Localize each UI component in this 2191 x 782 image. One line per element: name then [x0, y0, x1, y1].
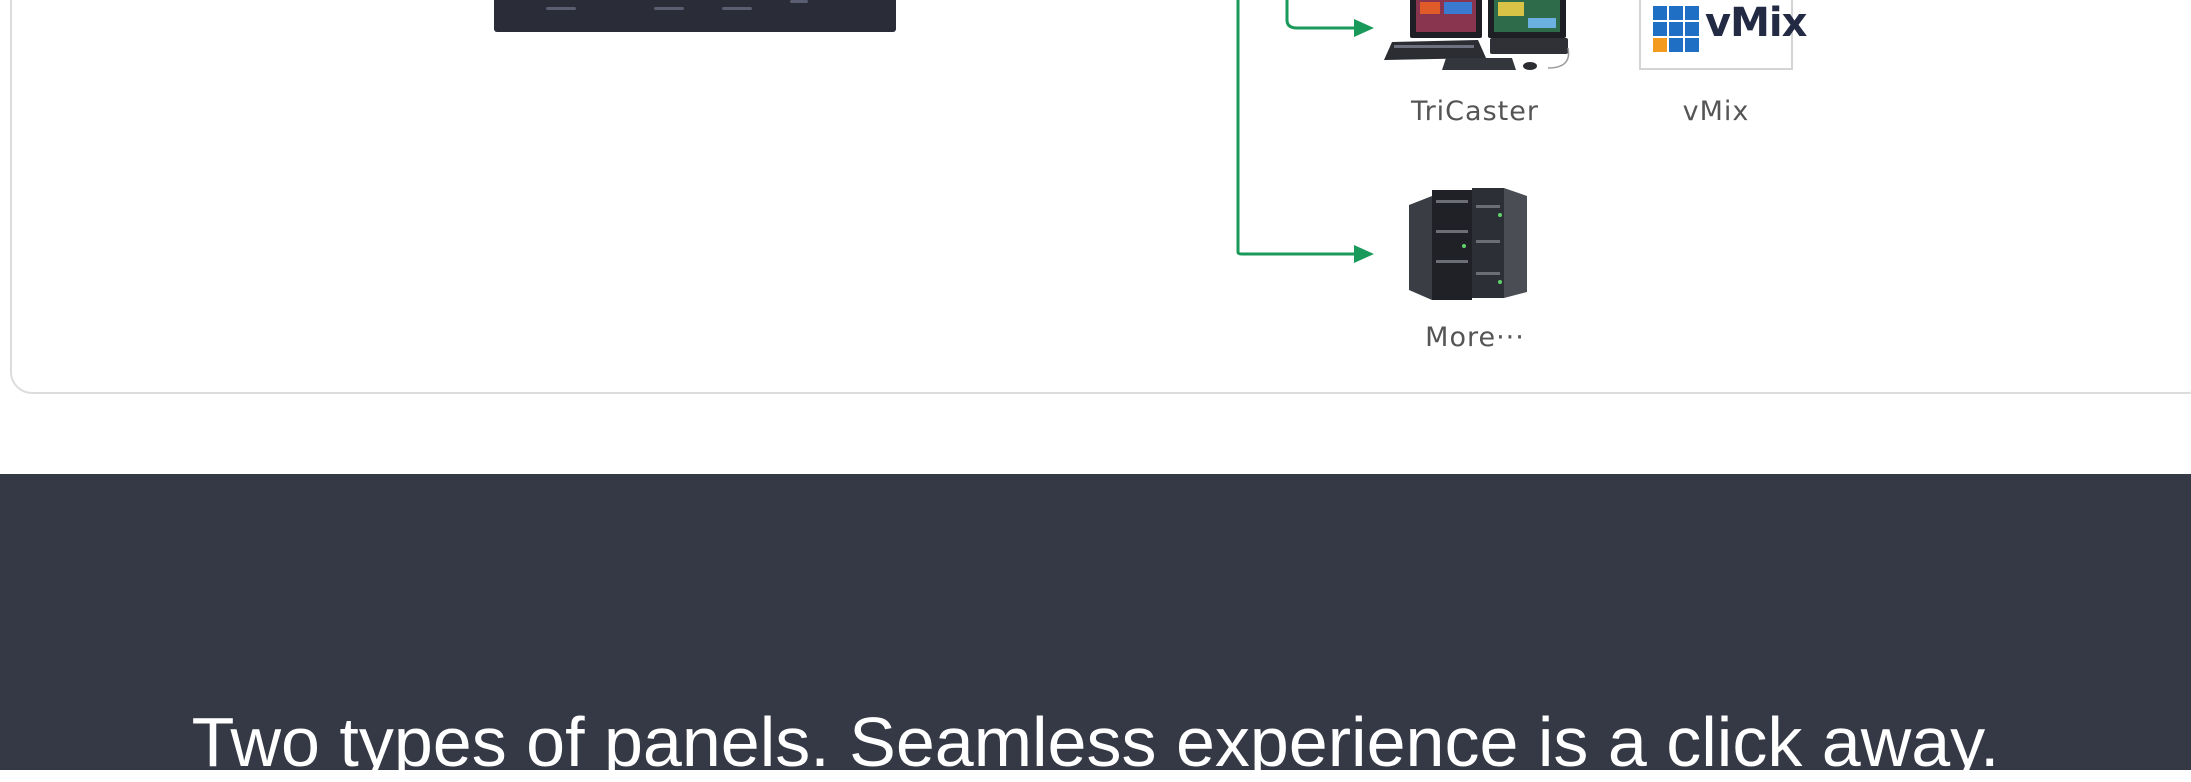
server-rack-icon [1409, 188, 1527, 300]
arrowhead-more [1354, 245, 1374, 263]
feature-banner: Two types of panels. Seamless experience… [0, 474, 2191, 781]
arrowhead-tricaster [1354, 19, 1374, 37]
tricaster-label: TriCaster [1411, 96, 1539, 127]
banner-tagline: Two types of panels. Seamless experience… [191, 703, 2000, 781]
connector-more [1236, 0, 1355, 256]
connector-lines [1236, 0, 1570, 300]
diagram-section: vMix TriCaster vMix More··· [0, 0, 2191, 474]
connector-tricaster [1285, 0, 1355, 30]
tricaster-workstation-icon [1384, 0, 1570, 70]
vmix-logo-text: vMix [1705, 0, 1807, 46]
vmix-grid-icon [1653, 6, 1699, 52]
more-label: More··· [1425, 322, 1525, 353]
vmix-label: vMix [1682, 96, 1750, 127]
vmix-logo-icon: vMix [1639, 0, 1807, 70]
